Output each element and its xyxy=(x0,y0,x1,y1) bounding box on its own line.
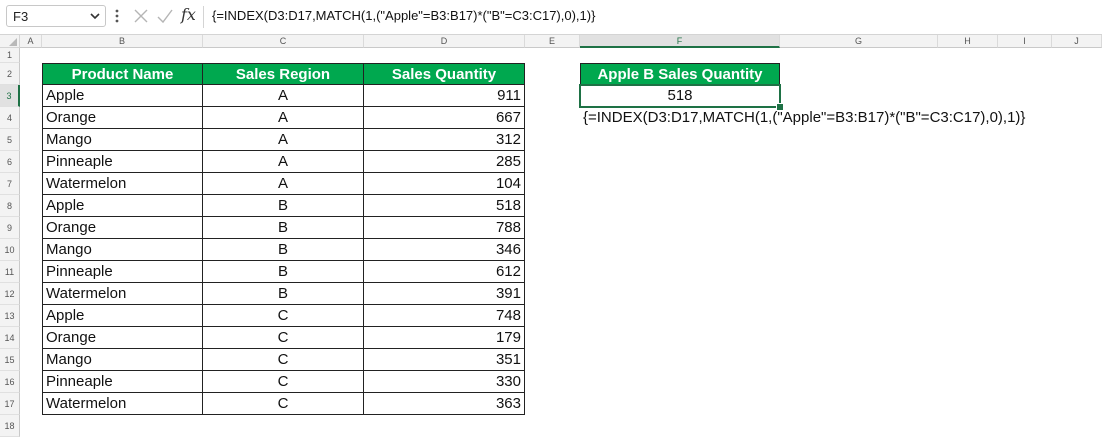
sales-region-cell[interactable]: C xyxy=(203,349,364,371)
column-header-f[interactable]: F xyxy=(580,35,780,48)
sales-region-cell[interactable]: C xyxy=(203,327,364,349)
insert-function-icon[interactable]: fx xyxy=(181,5,196,24)
row-header-6[interactable]: 6 xyxy=(0,151,20,173)
more-options-icon[interactable] xyxy=(114,8,120,24)
sales-region-cell[interactable]: C xyxy=(203,305,364,327)
sales-region-cell[interactable]: B xyxy=(203,195,364,217)
product-name-cell[interactable]: Mango xyxy=(42,349,203,371)
row-header-7[interactable]: 7 xyxy=(0,173,20,195)
sales-quantity-cell[interactable]: 351 xyxy=(364,349,525,371)
sales-region-cell[interactable]: C xyxy=(203,393,364,415)
cancel-icon[interactable] xyxy=(133,8,149,24)
row-header-14[interactable]: 14 xyxy=(0,327,20,349)
sales-region-cell[interactable]: A xyxy=(203,107,364,129)
row-header-3[interactable]: 3 xyxy=(0,85,20,107)
formula-input[interactable]: {=INDEX(D3:D17,MATCH(1,("Apple"=B3:B17)*… xyxy=(212,8,595,23)
product-name-cell[interactable]: Pinneaple xyxy=(42,151,203,173)
product-name-cell[interactable]: Mango xyxy=(42,239,203,261)
sales-region-cell[interactable]: B xyxy=(203,261,364,283)
table-header-cell[interactable]: Sales Region xyxy=(203,63,364,85)
product-name-cell[interactable]: Apple xyxy=(42,195,203,217)
sales-region-cell[interactable]: A xyxy=(203,85,364,107)
product-name-cell[interactable]: Orange xyxy=(42,217,203,239)
table-header-cell[interactable]: Product Name xyxy=(42,63,203,85)
column-header-b[interactable]: B xyxy=(42,35,203,48)
row-header-11[interactable]: 11 xyxy=(0,261,20,283)
row-header-5[interactable]: 5 xyxy=(0,129,20,151)
product-name-cell[interactable]: Watermelon xyxy=(42,393,203,415)
column-header-a[interactable]: A xyxy=(20,35,42,48)
chevron-down-icon[interactable] xyxy=(89,10,101,22)
name-box[interactable]: F3 xyxy=(6,5,106,27)
column-header-e[interactable]: E xyxy=(525,35,580,48)
product-name-cell[interactable]: Apple xyxy=(42,85,203,107)
result-value-cell[interactable]: 518 xyxy=(580,85,780,107)
sales-quantity-cell[interactable]: 911 xyxy=(364,85,525,107)
spreadsheet-grid: ABCDEFGHIJ 1 2 3 4 5 6 7 8 9 10 11 12 13 14 15 16 17 18 P… xyxy=(0,35,1102,437)
formula-bar-divider xyxy=(203,6,204,28)
result-header-cell[interactable]: Apple B Sales Quantity xyxy=(580,63,780,85)
product-name-cell[interactable]: Mango xyxy=(42,129,203,151)
column-header-g[interactable]: G xyxy=(780,35,938,48)
row-header-10[interactable]: 10 xyxy=(0,239,20,261)
sales-quantity-cell[interactable]: 612 xyxy=(364,261,525,283)
row-header-9[interactable]: 9 xyxy=(0,217,20,239)
product-name-cell[interactable]: Pinneaple xyxy=(42,261,203,283)
sales-region-cell[interactable]: C xyxy=(203,371,364,393)
column-header-h[interactable]: H xyxy=(938,35,998,48)
sales-quantity-cell[interactable]: 667 xyxy=(364,107,525,129)
row-header-13[interactable]: 13 xyxy=(0,305,20,327)
sales-quantity-cell[interactable]: 330 xyxy=(364,371,525,393)
column-header-i[interactable]: I xyxy=(998,35,1052,48)
sales-quantity-cell[interactable]: 104 xyxy=(364,173,525,195)
row-header-4[interactable]: 4 xyxy=(0,107,20,129)
column-header-d[interactable]: D xyxy=(364,35,525,48)
row-header-2[interactable]: 2 xyxy=(0,63,20,85)
table-header-cell[interactable]: Sales Quantity xyxy=(364,63,525,85)
formula-note-cell[interactable]: {=INDEX(D3:D17,MATCH(1,("Apple"=B3:B17)*… xyxy=(580,107,1025,129)
product-name-cell[interactable]: Orange xyxy=(42,107,203,129)
formula-bar: F3 fx {=INDEX(D3:D17,MATCH(1,("Apple"=B3… xyxy=(0,0,1102,35)
sales-quantity-cell[interactable]: 346 xyxy=(364,239,525,261)
product-name-cell[interactable]: Watermelon xyxy=(42,173,203,195)
row-header-8[interactable]: 8 xyxy=(0,195,20,217)
sales-quantity-cell[interactable]: 285 xyxy=(364,151,525,173)
sales-region-cell[interactable]: A xyxy=(203,129,364,151)
product-name-cell[interactable]: Watermelon xyxy=(42,283,203,305)
sales-quantity-cell[interactable]: 391 xyxy=(364,283,525,305)
sales-quantity-cell[interactable]: 748 xyxy=(364,305,525,327)
sales-region-cell[interactable]: A xyxy=(203,173,364,195)
fill-handle[interactable] xyxy=(776,103,784,111)
row-header-15[interactable]: 15 xyxy=(0,349,20,371)
sales-quantity-cell[interactable]: 788 xyxy=(364,217,525,239)
product-name-cell[interactable]: Orange xyxy=(42,327,203,349)
row-header-17[interactable]: 17 xyxy=(0,393,20,415)
sales-quantity-cell[interactable]: 312 xyxy=(364,129,525,151)
sales-quantity-cell[interactable]: 179 xyxy=(364,327,525,349)
sales-quantity-cell[interactable]: 518 xyxy=(364,195,525,217)
enter-check-icon[interactable] xyxy=(156,8,174,24)
product-name-cell[interactable]: Pinneaple xyxy=(42,371,203,393)
row-header-1[interactable]: 1 xyxy=(0,48,20,63)
sales-quantity-cell[interactable]: 363 xyxy=(364,393,525,415)
name-box-value: F3 xyxy=(13,9,29,24)
row-header-16[interactable]: 16 xyxy=(0,371,20,393)
select-all-corner[interactable] xyxy=(0,35,20,48)
row-header-12[interactable]: 12 xyxy=(0,283,20,305)
product-name-cell[interactable]: Apple xyxy=(42,305,203,327)
sales-region-cell[interactable]: B xyxy=(203,239,364,261)
column-header-j[interactable]: J xyxy=(1052,35,1102,48)
sales-region-cell[interactable]: B xyxy=(203,283,364,305)
sales-region-cell[interactable]: A xyxy=(203,151,364,173)
column-header-c[interactable]: C xyxy=(203,35,364,48)
sales-region-cell[interactable]: B xyxy=(203,217,364,239)
